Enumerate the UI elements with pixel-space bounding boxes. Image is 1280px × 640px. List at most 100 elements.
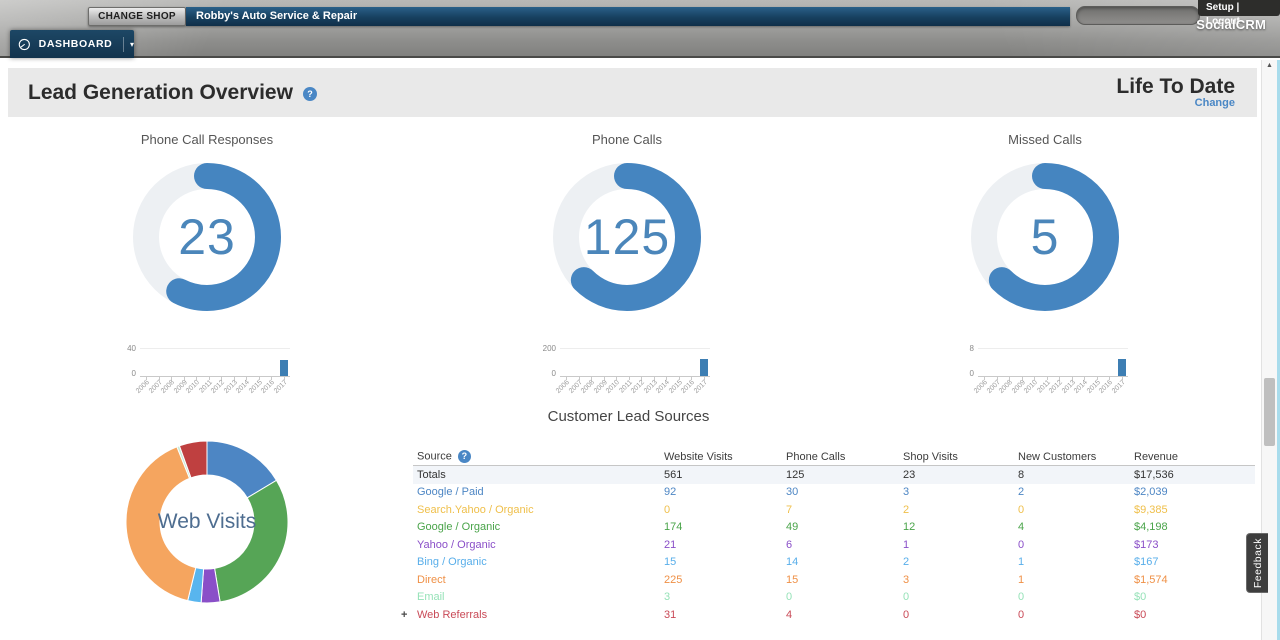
new-customers-cell: 0 — [1018, 504, 1134, 516]
change-shop-button[interactable]: CHANGE SHOP — [88, 7, 186, 26]
chevron-down-icon[interactable]: ▾ — [130, 40, 134, 49]
website-visits-cell: 0 — [664, 504, 786, 516]
column-source: Source? — [413, 450, 664, 463]
gauge-value: 5 — [970, 162, 1120, 312]
brand-logo: SocialCRM — [1196, 17, 1266, 32]
lead-sources-title: Customer Lead Sources — [0, 408, 1257, 425]
yearly-trend-chart-calls: 200 0 2006200720082009201020112012201320… — [532, 344, 712, 394]
expand-icon[interactable]: + — [401, 609, 407, 621]
new-customers-cell: 0 — [1018, 591, 1134, 603]
yearly-trend-chart-responses: 40 0 20062007200820092010201120122013201… — [112, 344, 292, 394]
source-cell[interactable]: Google / Paid — [413, 486, 664, 498]
new-customers-cell: 2 — [1018, 486, 1134, 498]
phone-calls-cell: 30 — [786, 486, 903, 498]
phone-calls-cell: 125 — [786, 469, 903, 481]
gauge-title: Missed Calls — [935, 132, 1155, 147]
gauge-phone-call-responses: Phone Call Responses 23 — [97, 132, 317, 312]
shop-visits-cell: 3 — [903, 486, 1018, 498]
shop-visits-cell: 1 — [903, 539, 1018, 551]
source-cell[interactable]: Totals — [413, 469, 664, 481]
header-pill — [1076, 6, 1200, 25]
new-customers-cell: 8 — [1018, 469, 1134, 481]
source-cell[interactable]: Email — [413, 591, 664, 603]
scroll-up-arrow[interactable]: ▲ — [1266, 62, 1273, 69]
website-visits-cell: 561 — [664, 469, 786, 481]
revenue-cell: $17,536 — [1134, 469, 1255, 481]
new-customers-cell: 1 — [1018, 574, 1134, 586]
shop-visits-cell: 2 — [903, 504, 1018, 516]
donut-segment[interactable] — [126, 447, 196, 601]
column-new-customers: New Customers — [1018, 451, 1134, 463]
table-row: Google / Paid 92 30 3 2 $2,039 — [413, 484, 1255, 502]
y-axis-max: 200 — [532, 344, 556, 353]
phone-calls-cell: 49 — [786, 521, 903, 533]
new-customers-cell: 0 — [1018, 609, 1134, 621]
y-axis-max: 40 — [112, 344, 136, 353]
dashboard-tab-label: DASHBOARD — [39, 38, 113, 50]
tab-dashboard[interactable]: DASHBOARD ▾ — [10, 30, 134, 58]
overview-header-band: Lead Generation Overview ? Life To Date … — [8, 68, 1257, 117]
shop-visits-cell: 0 — [903, 609, 1018, 621]
column-shop-visits: Shop Visits — [903, 451, 1018, 463]
donut-segment[interactable] — [215, 480, 288, 602]
y-axis-min: 0 — [950, 369, 974, 378]
date-range-label: Life To Date — [1116, 76, 1235, 97]
table-row: Search.Yahoo / Organic 0 7 2 0 $9,385 — [413, 501, 1255, 519]
gauge-title: Phone Call Responses — [97, 132, 317, 147]
table-row: Direct 225 15 3 1 $1,574 — [413, 571, 1255, 589]
shop-name: Robby's Auto Service & Repair — [186, 7, 1070, 26]
website-visits-cell: 92 — [664, 486, 786, 498]
feedback-label: Feedback — [1252, 538, 1264, 588]
web-visits-donut-chart[interactable]: Web Visits — [125, 440, 289, 604]
feedback-tab[interactable]: Feedback — [1246, 533, 1268, 593]
help-icon[interactable]: ? — [458, 450, 471, 463]
change-period-link[interactable]: Change — [1116, 97, 1235, 110]
shop-visits-cell: 12 — [903, 521, 1018, 533]
y-axis-max: 8 — [950, 344, 974, 353]
gauge-value: 125 — [552, 162, 702, 312]
table-row: Google / Organic 174 49 12 4 $4,198 — [413, 519, 1255, 537]
source-cell[interactable]: Search.Yahoo / Organic — [413, 504, 664, 516]
chart-plot: 2006200720082009201020112012201320142015… — [978, 348, 1128, 377]
shop-name-bar: Robby's Auto Service & Repair — [186, 7, 1070, 26]
revenue-cell: $2,039 — [1134, 486, 1255, 498]
revenue-cell: $167 — [1134, 556, 1255, 568]
help-icon[interactable]: ? — [303, 87, 317, 101]
gauge-missed-calls: Missed Calls 5 — [935, 132, 1155, 312]
website-visits-cell: 15 — [664, 556, 786, 568]
scrollbar-thumb[interactable] — [1264, 378, 1275, 446]
table-row: +Web Referrals 31 4 0 0 $0 — [413, 606, 1255, 624]
gauge-title: Phone Calls — [517, 132, 737, 147]
revenue-cell: $173 — [1134, 539, 1255, 551]
setup-logout-button[interactable]: Setup | Logout — [1198, 0, 1280, 16]
column-phone-calls: Phone Calls — [786, 451, 903, 463]
table-row: Email 3 0 0 0 $0 — [413, 589, 1255, 607]
phone-calls-cell: 4 — [786, 609, 903, 621]
gauge-value: 23 — [132, 162, 282, 312]
bar-2017 — [700, 359, 708, 377]
y-axis-min: 0 — [112, 369, 136, 378]
phone-calls-cell: 7 — [786, 504, 903, 516]
revenue-cell: $9,385 — [1134, 504, 1255, 516]
new-customers-cell: 1 — [1018, 556, 1134, 568]
yearly-trend-chart-missed: 8 0 200620072008200920102011201220132014… — [950, 344, 1130, 394]
page-title: Lead Generation Overview — [28, 81, 293, 105]
website-visits-cell: 174 — [664, 521, 786, 533]
source-cell[interactable]: Direct — [413, 574, 664, 586]
chart-plot: 2006200720082009201020112012201320142015… — [140, 348, 290, 377]
shop-visits-cell: 2 — [903, 556, 1018, 568]
column-website-visits: Website Visits — [664, 451, 786, 463]
phone-calls-cell: 15 — [786, 574, 903, 586]
revenue-cell: $0 — [1134, 609, 1255, 621]
table-row: Totals 561 125 23 8 $17,536 — [413, 466, 1255, 484]
website-visits-cell: 3 — [664, 591, 786, 603]
website-visits-cell: 31 — [664, 609, 786, 621]
table-header-row: Source? Website Visits Phone Calls Shop … — [413, 448, 1255, 466]
source-cell[interactable]: +Web Referrals — [413, 609, 664, 621]
source-cell[interactable]: Yahoo / Organic — [413, 539, 664, 551]
new-customers-cell: 4 — [1018, 521, 1134, 533]
revenue-cell: $0 — [1134, 591, 1255, 603]
bar-2017 — [1118, 359, 1126, 377]
source-cell[interactable]: Bing / Organic — [413, 556, 664, 568]
source-cell[interactable]: Google / Organic — [413, 521, 664, 533]
